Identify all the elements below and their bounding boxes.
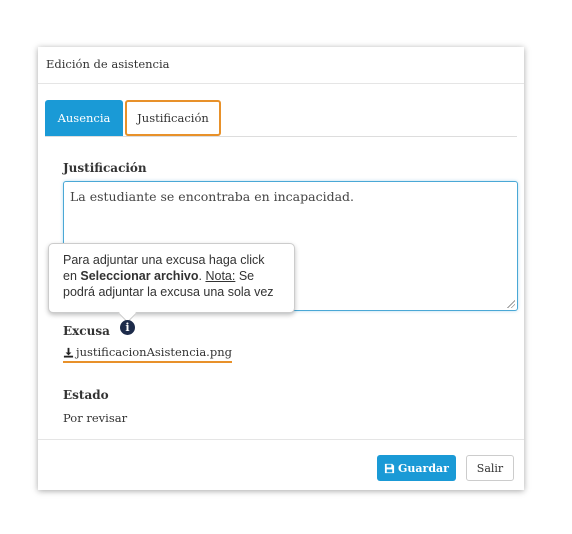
footer-divider xyxy=(38,439,524,440)
attendance-edit-modal: Edición de asistencia Ausencia Justifica… xyxy=(38,47,524,490)
excusa-file-name: justificacionAsistencia.png xyxy=(76,345,232,359)
exit-button[interactable]: Salir xyxy=(466,455,514,481)
estado-label: Estado xyxy=(63,388,109,402)
resize-handle[interactable] xyxy=(507,300,515,308)
justificacion-text: La estudiante se encontraba en incapacid… xyxy=(70,189,355,204)
excusa-file-link[interactable]: justificacionAsistencia.png xyxy=(63,345,232,363)
download-icon xyxy=(63,347,74,358)
justificacion-label: Justificación xyxy=(63,161,147,175)
help-tooltip: Para adjuntar una excusa haga click en S… xyxy=(48,243,295,313)
tab-justificacion[interactable]: Justificación xyxy=(125,100,221,136)
floppy-disk-icon xyxy=(384,463,395,473)
tooltip-note-label: Nota: xyxy=(205,269,236,283)
tab-bar: Ausencia Justificación xyxy=(45,100,517,137)
tab-ausencia[interactable]: Ausencia xyxy=(45,100,123,136)
excusa-label: Excusa xyxy=(63,324,110,338)
tooltip-bold: Seleccionar archivo xyxy=(80,269,199,283)
save-button[interactable]: Guardar xyxy=(377,455,456,481)
modal-title: Edición de asistencia xyxy=(38,47,524,84)
estado-value: Por revisar xyxy=(63,411,128,425)
save-button-label: Guardar xyxy=(398,461,449,475)
info-icon[interactable]: i xyxy=(120,320,135,335)
